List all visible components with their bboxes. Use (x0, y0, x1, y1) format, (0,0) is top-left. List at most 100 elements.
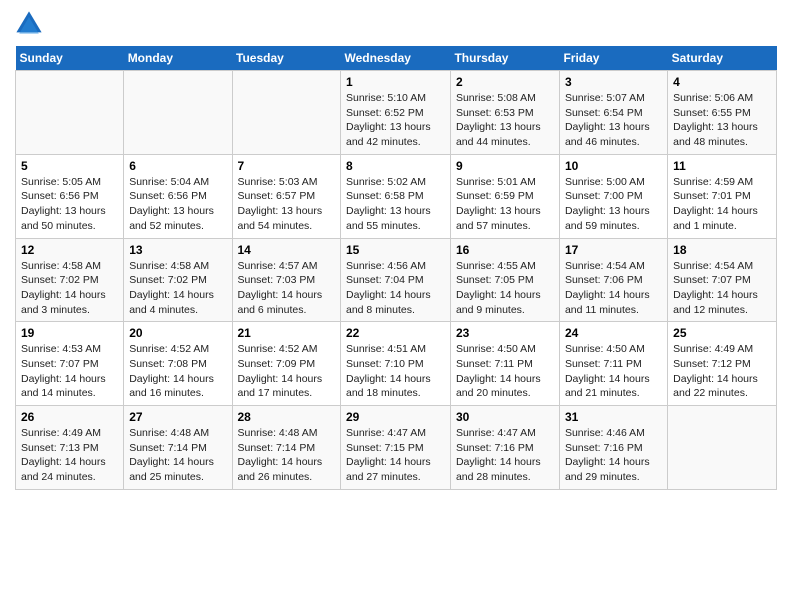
cell-content: Sunrise: 5:08 AMSunset: 6:53 PMDaylight:… (456, 91, 554, 150)
day-number: 21 (238, 326, 336, 340)
day-number: 14 (238, 243, 336, 257)
calendar-cell: 1 Sunrise: 5:10 AMSunset: 6:52 PMDaylight… (341, 71, 451, 155)
day-number: 8 (346, 159, 445, 173)
day-number: 12 (21, 243, 118, 257)
day-number: 17 (565, 243, 662, 257)
day-number: 27 (129, 410, 226, 424)
calendar-cell: 12Sunrise: 4:58 AMSunset: 7:02 PMDayligh… (16, 238, 124, 322)
day-number: 11 (673, 159, 771, 173)
day-number: 24 (565, 326, 662, 340)
calendar-cell (16, 71, 124, 155)
cell-content: Sunrise: 4:47 AMSunset: 7:15 PMDaylight:… (346, 426, 445, 485)
calendar-cell: 4 Sunrise: 5:06 AMSunset: 6:55 PMDaylight… (668, 71, 777, 155)
calendar-cell (232, 71, 341, 155)
cell-content: Sunrise: 4:50 AMSunset: 7:11 PMDaylight:… (456, 342, 554, 401)
cell-content: Sunrise: 4:57 AMSunset: 7:03 PMDaylight:… (238, 259, 336, 318)
calendar-cell: 16 Sunrise: 4:55 AMSunset: 7:05 PMDayligh… (450, 238, 559, 322)
calendar-cell (124, 71, 232, 155)
cell-content: Sunrise: 4:48 AMSunset: 7:14 PMDaylight:… (129, 426, 226, 485)
header-cell-sunday: Sunday (16, 46, 124, 71)
cell-content: Sunrise: 4:53 AMSunset: 7:07 PMDaylight:… (21, 342, 118, 401)
cell-content: Sunrise: 5:07 AMSunset: 6:54 PMDaylight:… (565, 91, 662, 150)
week-row-3: 12 Sunrise: 4:58 AMSunset: 7:02 PMDayligh… (16, 238, 777, 322)
calendar-cell: 26Sunrise: 4:49 AMSunset: 7:13 PMDayligh… (16, 406, 124, 490)
calendar-cell: 3 Sunrise: 5:07 AMSunset: 6:54 PMDaylight… (559, 71, 667, 155)
day-number: 30 (456, 410, 554, 424)
header-cell-tuesday: Tuesday (232, 46, 341, 71)
cell-content: Sunrise: 4:48 AMSunset: 7:14 PMDaylight:… (238, 426, 336, 485)
cell-content: Sunrise: 4:52 AMSunset: 7:08 PMDaylight:… (129, 342, 226, 401)
calendar-cell: 19 Sunrise: 4:53 AMSunset: 7:07 PMDayligh… (16, 322, 124, 406)
cell-content: Sunrise: 5:06 AMSunset: 6:55 PMDaylight:… (673, 91, 771, 150)
cell-content: Sunrise: 5:00 AMSunset: 7:00 PMDaylight:… (565, 175, 662, 234)
page-container: SundayMondayTuesdayWednesdayThursdayFrid… (0, 0, 792, 500)
day-number: 28 (238, 410, 336, 424)
calendar-cell: 8 Sunrise: 5:02 AMSunset: 6:58 PMDaylight… (341, 154, 451, 238)
day-number: 31 (565, 410, 662, 424)
calendar-cell: 30 Sunrise: 4:47 AMSunset: 7:16 PMDayligh… (450, 406, 559, 490)
day-number: 13 (129, 243, 226, 257)
week-row-5: 26Sunrise: 4:49 AMSunset: 7:13 PMDayligh… (16, 406, 777, 490)
day-number: 4 (673, 75, 771, 89)
calendar-cell: 20 Sunrise: 4:52 AMSunset: 7:08 PMDayligh… (124, 322, 232, 406)
cell-content: Sunrise: 4:47 AMSunset: 7:16 PMDaylight:… (456, 426, 554, 485)
calendar-cell: 18 Sunrise: 4:54 AMSunset: 7:07 PMDayligh… (668, 238, 777, 322)
calendar-cell: 10 Sunrise: 5:00 AMSunset: 7:00 PMDayligh… (559, 154, 667, 238)
calendar-table: SundayMondayTuesdayWednesdayThursdayFrid… (15, 46, 777, 490)
calendar-cell: 11Sunrise: 4:59 AMSunset: 7:01 PMDayligh… (668, 154, 777, 238)
calendar-cell: 25 Sunrise: 4:49 AMSunset: 7:12 PMDayligh… (668, 322, 777, 406)
cell-content: Sunrise: 5:02 AMSunset: 6:58 PMDaylight:… (346, 175, 445, 234)
calendar-cell: 21 Sunrise: 4:52 AMSunset: 7:09 PMDayligh… (232, 322, 341, 406)
cell-content: Sunrise: 5:10 AMSunset: 6:52 PMDaylight:… (346, 91, 445, 150)
week-row-4: 19 Sunrise: 4:53 AMSunset: 7:07 PMDayligh… (16, 322, 777, 406)
cell-content: Sunrise: 4:50 AMSunset: 7:11 PMDaylight:… (565, 342, 662, 401)
day-number: 6 (129, 159, 226, 173)
calendar-cell: 27 Sunrise: 4:48 AMSunset: 7:14 PMDayligh… (124, 406, 232, 490)
cell-content: Sunrise: 4:46 AMSunset: 7:16 PMDaylight:… (565, 426, 662, 485)
calendar-cell: 17 Sunrise: 4:54 AMSunset: 7:06 PMDayligh… (559, 238, 667, 322)
calendar-cell: 6 Sunrise: 5:04 AMSunset: 6:56 PMDaylight… (124, 154, 232, 238)
cell-content: Sunrise: 5:05 AMSunset: 6:56 PMDaylight:… (21, 175, 118, 234)
week-row-2: 5Sunrise: 5:05 AMSunset: 6:56 PMDaylight… (16, 154, 777, 238)
cell-content: Sunrise: 4:54 AMSunset: 7:07 PMDaylight:… (673, 259, 771, 318)
calendar-cell (668, 406, 777, 490)
calendar-cell: 22Sunrise: 4:51 AMSunset: 7:10 PMDayligh… (341, 322, 451, 406)
header-row: SundayMondayTuesdayWednesdayThursdayFrid… (16, 46, 777, 71)
header (15, 10, 777, 38)
day-number: 20 (129, 326, 226, 340)
calendar-cell: 28 Sunrise: 4:48 AMSunset: 7:14 PMDayligh… (232, 406, 341, 490)
day-number: 23 (456, 326, 554, 340)
cell-content: Sunrise: 4:49 AMSunset: 7:13 PMDaylight:… (21, 426, 118, 485)
calendar-cell: 31 Sunrise: 4:46 AMSunset: 7:16 PMDayligh… (559, 406, 667, 490)
cell-content: Sunrise: 4:55 AMSunset: 7:05 PMDaylight:… (456, 259, 554, 318)
cell-content: Sunrise: 4:54 AMSunset: 7:06 PMDaylight:… (565, 259, 662, 318)
day-number: 7 (238, 159, 336, 173)
cell-content: Sunrise: 4:49 AMSunset: 7:12 PMDaylight:… (673, 342, 771, 401)
logo (15, 10, 46, 38)
day-number: 1 (346, 75, 445, 89)
day-number: 29 (346, 410, 445, 424)
calendar-cell: 14 Sunrise: 4:57 AMSunset: 7:03 PMDayligh… (232, 238, 341, 322)
day-number: 25 (673, 326, 771, 340)
day-number: 15 (346, 243, 445, 257)
day-number: 10 (565, 159, 662, 173)
logo-icon (15, 10, 43, 38)
header-cell-monday: Monday (124, 46, 232, 71)
calendar-cell: 5Sunrise: 5:05 AMSunset: 6:56 PMDaylight… (16, 154, 124, 238)
header-cell-wednesday: Wednesday (341, 46, 451, 71)
day-number: 3 (565, 75, 662, 89)
cell-content: Sunrise: 4:52 AMSunset: 7:09 PMDaylight:… (238, 342, 336, 401)
header-cell-saturday: Saturday (668, 46, 777, 71)
calendar-cell: 9Sunrise: 5:01 AMSunset: 6:59 PMDaylight… (450, 154, 559, 238)
calendar-cell: 7Sunrise: 5:03 AMSunset: 6:57 PMDaylight… (232, 154, 341, 238)
cell-content: Sunrise: 5:04 AMSunset: 6:56 PMDaylight:… (129, 175, 226, 234)
cell-content: Sunrise: 5:01 AMSunset: 6:59 PMDaylight:… (456, 175, 554, 234)
day-number: 18 (673, 243, 771, 257)
cell-content: Sunrise: 4:51 AMSunset: 7:10 PMDaylight:… (346, 342, 445, 401)
header-cell-thursday: Thursday (450, 46, 559, 71)
day-number: 2 (456, 75, 554, 89)
day-number: 19 (21, 326, 118, 340)
day-number: 16 (456, 243, 554, 257)
cell-content: Sunrise: 4:56 AMSunset: 7:04 PMDaylight:… (346, 259, 445, 318)
cell-content: Sunrise: 4:58 AMSunset: 7:02 PMDaylight:… (129, 259, 226, 318)
